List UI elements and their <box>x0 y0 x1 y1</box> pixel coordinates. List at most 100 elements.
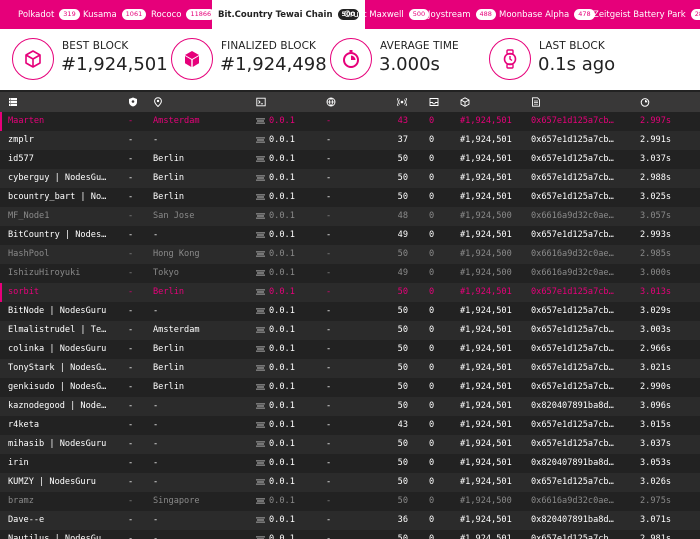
table-row[interactable]: id577 - Berlin 0.0.1 - 50 0 #1,924,501 0x657e1d1… <box>0 150 700 169</box>
block-hash-icon[interactable] <box>531 97 541 107</box>
network-id-cell: - <box>326 325 332 335</box>
node-count-badge: 319 <box>59 9 80 20</box>
block-number-cell: #1,924,501 <box>460 173 512 183</box>
substrate-logo-icon <box>256 403 265 409</box>
validator-icon[interactable] <box>128 97 138 107</box>
network-id-cell: - <box>326 116 332 126</box>
implementation-version: 0.0.1 <box>269 154 295 164</box>
substrate-logo-icon <box>256 270 265 276</box>
peer-count-cell: 43 <box>397 420 408 430</box>
queue-count-cell: 0 <box>429 401 435 411</box>
queue-count-cell: 0 <box>429 515 435 525</box>
implementation-icon[interactable] <box>256 97 266 107</box>
implementation-version: 0.0.1 <box>269 268 295 278</box>
network-id-cell: - <box>326 135 332 145</box>
substrate-logo-icon <box>256 365 265 371</box>
table-row[interactable]: sorbit - Berlin 0.0.1 - 50 0 #1,924,501 0x657e1d… <box>0 283 700 302</box>
block-hash-cell: 0x657e1d125a7cb… <box>531 534 614 539</box>
peer-count-cell: 49 <box>397 268 408 278</box>
table-row[interactable]: Elmalistrudel | Te… - Amsterdam 0.0.1 - 50 0 #1… <box>0 321 700 340</box>
table-row[interactable]: BitNode | NodesGuru - - 0.0.1 - 50 0 #1,924,501… <box>0 302 700 321</box>
implementation-cell: 0.0.1 <box>256 169 316 188</box>
block-time-cell: 2.997s <box>640 116 672 126</box>
tab-moonbase-alpha[interactable]: Moonbase Alpha 478 <box>499 0 595 29</box>
table-row[interactable]: HashPool - Hong Kong 0.0.1 - 50 0 #1,924,500 0x6… <box>0 245 700 264</box>
tab-polkadot[interactable]: Polkadot 319 <box>18 0 80 29</box>
peer-count-cell: 50 <box>397 325 408 335</box>
block-hash-cell: 0x820407891ba8d… <box>531 401 614 411</box>
table-row[interactable]: mihasib | NodesGuru - - 0.0.1 - 50 0 #1,924,501… <box>0 435 700 454</box>
node-name-cell: mihasib | NodesGuru <box>8 439 107 449</box>
peers-icon[interactable] <box>397 97 407 107</box>
node-count-badge: 1061 <box>121 9 147 20</box>
peer-count-cell: 50 <box>397 249 408 259</box>
table-row[interactable]: irin - - 0.0.1 - 50 0 #1,924,501 0x820407891ba8d… <box>0 454 700 473</box>
validator-cell: - <box>128 458 134 468</box>
network-id-cell: - <box>326 287 332 297</box>
implementation-version: 0.0.1 <box>269 477 295 487</box>
block-time-cell: 2.981s <box>640 534 672 539</box>
block-time-icon[interactable] <box>640 97 650 107</box>
implementation-version: 0.0.1 <box>269 135 295 145</box>
queue-count-cell: 0 <box>429 363 435 373</box>
table-row[interactable]: BitCountry | Nodes… - - 0.0.1 - 49 0 #1,924,501… <box>0 226 700 245</box>
block-hash-cell: 0x657e1d125a7cb… <box>531 230 614 240</box>
location-cell: Berlin <box>153 363 185 373</box>
node-name-cell: genkisudo | NodesG… <box>8 382 107 392</box>
block-time-cell: 3.003s <box>640 325 672 335</box>
table-row[interactable]: Maarten - Amsterdam 0.0.1 - 43 0 #1,924,501 0x65… <box>0 112 700 131</box>
implementation-version: 0.0.1 <box>269 401 295 411</box>
block-time-cell: 3.096s <box>640 401 672 411</box>
node-name-icon[interactable] <box>8 97 18 107</box>
table-row[interactable]: bramz - Singapore 0.0.1 - 50 0 #1,924,500 0x6616… <box>0 492 700 511</box>
table-row[interactable]: TonyStark | NodesG… - Berlin 0.0.1 - 50 0 #1,92… <box>0 359 700 378</box>
substrate-logo-icon <box>256 156 265 162</box>
table-row[interactable]: genkisudo | NodesG… - Berlin 0.0.1 - 50 0 #1,92… <box>0 378 700 397</box>
tab-label: Crust Maxwell <box>344 9 404 20</box>
block-hash-cell: 0x657e1d125a7cb… <box>531 439 614 449</box>
tab-zeitgeist-battery-park[interactable]: Zeitgeist Battery Park 285 <box>593 0 700 29</box>
block-number-cell: #1,924,501 <box>460 534 512 539</box>
table-row[interactable]: KUMZY | NodesGuru - - 0.0.1 - 50 0 #1,924,501 0x… <box>0 473 700 492</box>
location-cell: - <box>153 401 159 411</box>
table-row[interactable]: bcountry_bart | No… - Berlin 0.0.1 - 50 0 #1,92… <box>0 188 700 207</box>
table-row[interactable]: IshizuHiroyuki - Tokyo 0.0.1 - 49 0 #1,924,500 0… <box>0 264 700 283</box>
substrate-logo-icon <box>256 498 265 504</box>
substrate-logo-icon <box>256 137 265 143</box>
substrate-logo-icon <box>256 251 265 257</box>
block-number-cell: #1,924,500 <box>460 496 512 506</box>
substrate-logo-icon <box>256 232 265 238</box>
table-row[interactable]: Dave--e - - 0.0.1 - 36 0 #1,924,501 0x820407891b… <box>0 511 700 530</box>
tab-label: Moonbase Alpha <box>499 9 570 20</box>
tab-joystream[interactable]: Joystream 488 <box>428 0 496 29</box>
tab-bit-country-tewai-chain[interactable]: Bit.Country Tewai Chain 500 <box>212 0 366 29</box>
table-row[interactable]: cyberguy | NodesGu… - Berlin 0.0.1 - 50 0 #1,92… <box>0 169 700 188</box>
location-icon[interactable] <box>153 97 163 107</box>
location-cell: Amsterdam <box>153 325 200 335</box>
queue-icon[interactable] <box>429 97 439 107</box>
watch-icon <box>489 38 531 80</box>
tab-kusama[interactable]: Kusama 1061 <box>83 0 147 29</box>
implementation-cell: 0.0.1 <box>256 454 316 473</box>
validator-cell: - <box>128 173 134 183</box>
table-row[interactable]: r4keta - - 0.0.1 - 43 0 #1,924,501 0x657e1d125a7… <box>0 416 700 435</box>
table-row[interactable]: kaznodegood | Node… - - 0.0.1 - 50 0 #1,924,501… <box>0 397 700 416</box>
network-icon[interactable] <box>326 97 336 107</box>
block-icon[interactable] <box>460 97 470 107</box>
implementation-version: 0.0.1 <box>269 344 295 354</box>
table-row[interactable]: MF_Node1 - San Jose 0.0.1 - 48 0 #1,924,500 0x66… <box>0 207 700 226</box>
pinned-marker <box>0 283 2 302</box>
location-cell: - <box>153 534 159 539</box>
implementation-version: 0.0.1 <box>269 382 295 392</box>
substrate-logo-icon <box>256 327 265 333</box>
substrate-logo-icon <box>256 308 265 314</box>
table-row[interactable]: Nautilus | NodesGu… - - 0.0.1 - 50 0 #1,924,501… <box>0 530 700 539</box>
tab-crust-maxwell[interactable]: Crust Maxwell 500 <box>344 0 430 29</box>
table-row[interactable]: colinka | NodesGuru - Berlin 0.0.1 - 50 0 #1,92… <box>0 340 700 359</box>
block-time-cell: 2.993s <box>640 230 672 240</box>
block-hash-cell: 0x657e1d125a7cb… <box>531 287 614 297</box>
block-time-cell: 2.985s <box>640 249 672 259</box>
tab-rococo[interactable]: Rococo 11866 <box>151 0 216 29</box>
table-row[interactable]: zmplr - - 0.0.1 - 37 0 #1,924,501 0x657e1d125a7c… <box>0 131 700 150</box>
location-cell: Berlin <box>153 192 185 202</box>
